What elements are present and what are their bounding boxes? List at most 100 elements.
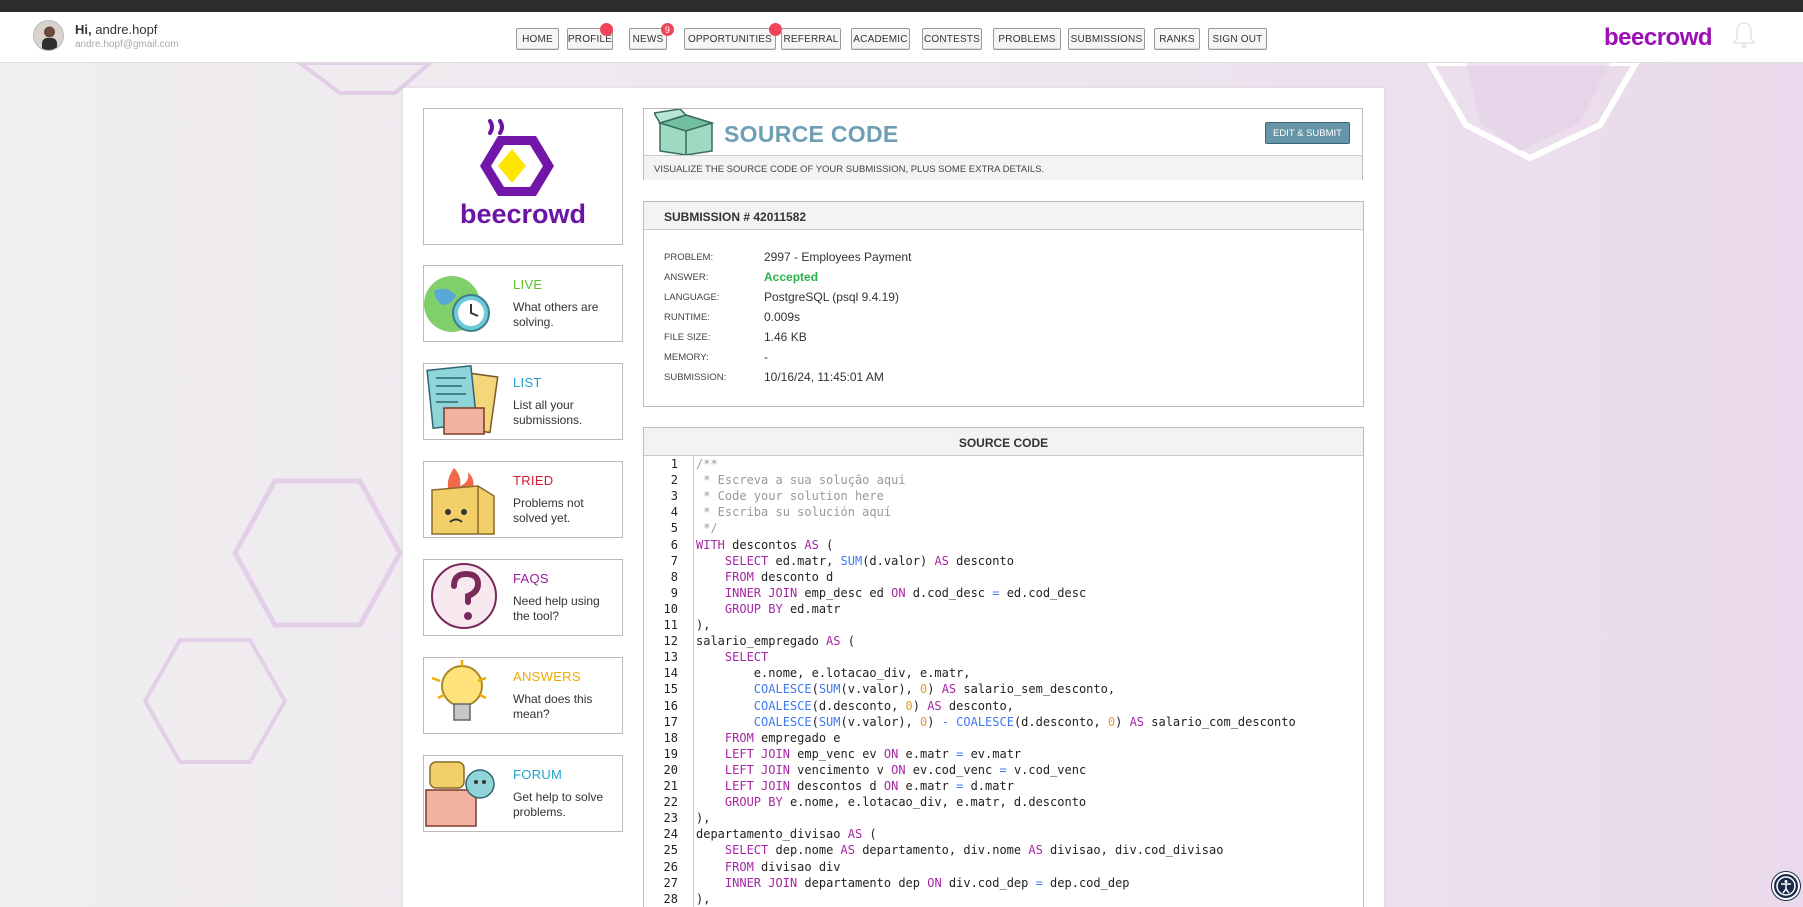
field-label-problem: PROBLEM: — [664, 252, 714, 263]
burning-box-icon — [431, 468, 495, 535]
globe-clock-icon — [424, 276, 490, 332]
line-number: 11 — [663, 618, 678, 632]
beecrowd-logo-box: beecrowd — [423, 108, 623, 245]
line-number: 7 — [670, 553, 678, 568]
sidebar-tried-title: TRIED — [513, 473, 554, 488]
code-line: COALESCE(SUM(v.valor), 0) AS salario_sem… — [753, 682, 1116, 697]
code-line: * Code your solution here — [696, 489, 884, 504]
sidebar-item-live[interactable]: LIVE What others are solving. — [423, 265, 623, 342]
code-line: /** — [696, 457, 718, 471]
line-number: 1 — [670, 457, 678, 471]
code-line: GROUP BY ed.matr — [724, 601, 841, 616]
top-strip — [0, 0, 1803, 12]
line-number: 23 — [663, 811, 678, 826]
nav-opportunities-label: OPPORTUNITIES — [687, 33, 773, 45]
code-line: WITH descontos AS ( — [696, 537, 834, 552]
user-email: andre.hopf@gmail.com — [75, 39, 179, 50]
line-number: 20 — [663, 762, 678, 777]
line-number: 3 — [670, 489, 678, 504]
code-line: LEFT JOIN descontos d ON e.matr = d.matr — [724, 779, 1014, 793]
sidebar-item-faqs[interactable]: FAQS Need help using the tool? — [423, 559, 623, 636]
line-number: 22 — [663, 795, 678, 810]
line-number: 9 — [670, 585, 678, 600]
code-line: INNER JOIN emp_desc ed ON d.cod_desc = e… — [724, 585, 1087, 600]
profile-notification-dot — [599, 23, 613, 36]
code-line: ), — [696, 891, 711, 906]
nav-contests[interactable]: CONTESTS — [922, 28, 982, 50]
field-label-submission: SUBMISSION: — [664, 372, 727, 383]
source-code-box: SOURCE CODE 1 /** 2 * Escreva a sua soluçã… — [643, 427, 1364, 907]
beecrowd-logo-icon: beecrowd — [460, 119, 586, 229]
line-number: 17 — [663, 714, 678, 729]
code-line: LEFT JOIN vencimento v ON ev.cod_venc = … — [724, 762, 1087, 777]
sidebar-item-tried[interactable]: TRIED Problems not solved yet. — [423, 461, 623, 538]
brand-logo-text[interactable]: beecrowd — [1604, 24, 1713, 52]
logo-wordmark: beecrowd — [460, 199, 586, 229]
lightbulb-icon — [431, 660, 487, 721]
line-number: 18 — [663, 730, 678, 745]
question-bubble-icon — [431, 563, 497, 629]
nav-news[interactable]: NEWS 9 — [629, 23, 674, 50]
notification-bell-icon[interactable] — [1731, 20, 1757, 50]
line-number: 12 — [663, 634, 678, 649]
nav-profile[interactable]: PROFILE — [567, 23, 613, 50]
line-number: 21 — [663, 779, 678, 793]
sidebar-live-desc: What others are solving. — [513, 300, 599, 329]
code-line: salario_empregado AS ( — [696, 634, 855, 649]
line-number: 16 — [663, 698, 678, 713]
top-header: Hi, andre.hopf andre.hopf@gmail.com HOME… — [0, 12, 1803, 63]
code-line: FROM empregado e — [724, 730, 841, 745]
code-line: SELECT ed.matr, SUM(d.valor) AS desconto — [724, 553, 1014, 568]
accessibility-button[interactable] — [1772, 872, 1800, 900]
documents-icon — [426, 365, 499, 435]
nav-submissions[interactable]: SUBMISSIONS — [1068, 28, 1145, 50]
code-line: INNER JOIN departamento dep ON div.cod_d… — [724, 875, 1130, 890]
source-code-heading: SOURCE CODE — [644, 428, 1363, 456]
code-line: */ — [696, 521, 718, 536]
field-label-answer: ANSWER: — [664, 272, 709, 283]
field-label-file-size: FILE SIZE: — [664, 332, 711, 343]
field-value-problem[interactable]: 2997 - Employees Payment — [764, 250, 911, 264]
field-value-memory: - — [764, 350, 768, 364]
sidebar-item-forum[interactable]: FORUM Get help to solve problems. — [423, 755, 623, 832]
code-line: * Escriba su solución aquí — [696, 505, 892, 520]
sidebar-tried-desc: Problems not solved yet. — [513, 496, 584, 525]
sidebar-item-answers[interactable]: ANSWERS What does this mean? — [423, 657, 623, 734]
open-box-icon — [654, 109, 715, 155]
nav-home[interactable]: HOME — [516, 28, 559, 50]
line-number: 26 — [663, 859, 678, 874]
sidebar-list-desc: List all your submissions. — [513, 398, 583, 427]
sidebar-list-title: LIST — [513, 375, 542, 390]
nav-news-label: NEWS — [632, 33, 664, 45]
code-line: FROM divisao div — [724, 859, 841, 874]
edit-submit-button[interactable]: EDIT & SUBMIT — [1265, 122, 1350, 144]
accessibility-icon — [1776, 876, 1796, 896]
submission-details: SUBMISSION # 42011582 PROBLEM: 2997 - Em… — [643, 201, 1364, 407]
line-number: 25 — [663, 843, 678, 858]
sidebar-faqs-title: FAQS — [513, 571, 549, 586]
line-number: 4 — [670, 505, 678, 520]
source-code-header: SOURCE CODE EDIT & SUBMIT VISUALIZE THE … — [643, 108, 1363, 180]
line-number: 28 — [663, 891, 678, 906]
code-line: COALESCE(d.desconto, 0) AS desconto, — [753, 698, 1014, 713]
nav-academic[interactable]: ACADEMIC — [851, 28, 910, 50]
code-line: ), — [696, 811, 711, 826]
greeting-prefix: Hi, — [75, 22, 92, 37]
code-line: LEFT JOIN emp_venc ev ON e.matr = ev.mat… — [724, 746, 1022, 761]
user-avatar[interactable] — [33, 20, 64, 51]
sidebar-answers-title: ANSWERS — [513, 669, 581, 684]
nav-problems[interactable]: PROBLEMS — [993, 28, 1061, 50]
nav-referral[interactable]: REFERRAL — [781, 28, 841, 50]
sidebar-item-list[interactable]: LIST List all your submissions. — [423, 363, 623, 440]
code-line: * Escreva a sua solução aqui — [696, 473, 906, 488]
nav-sign-out[interactable]: SIGN OUT — [1208, 28, 1267, 50]
sidebar-faqs-desc: Need help using the tool? — [513, 594, 600, 623]
chat-bubbles-icon — [425, 761, 495, 827]
nav-ranks[interactable]: RANKS — [1154, 28, 1200, 50]
sidebar-forum-desc: Get help to solve problems. — [513, 790, 604, 819]
line-number: 14 — [663, 666, 678, 681]
line-number: 24 — [663, 827, 678, 842]
sidebar-forum-title: FORUM — [513, 767, 563, 782]
nav-opportunities[interactable]: OPPORTUNITIES — [684, 23, 782, 50]
submission-heading: SUBMISSION # 42011582 — [644, 202, 1363, 230]
